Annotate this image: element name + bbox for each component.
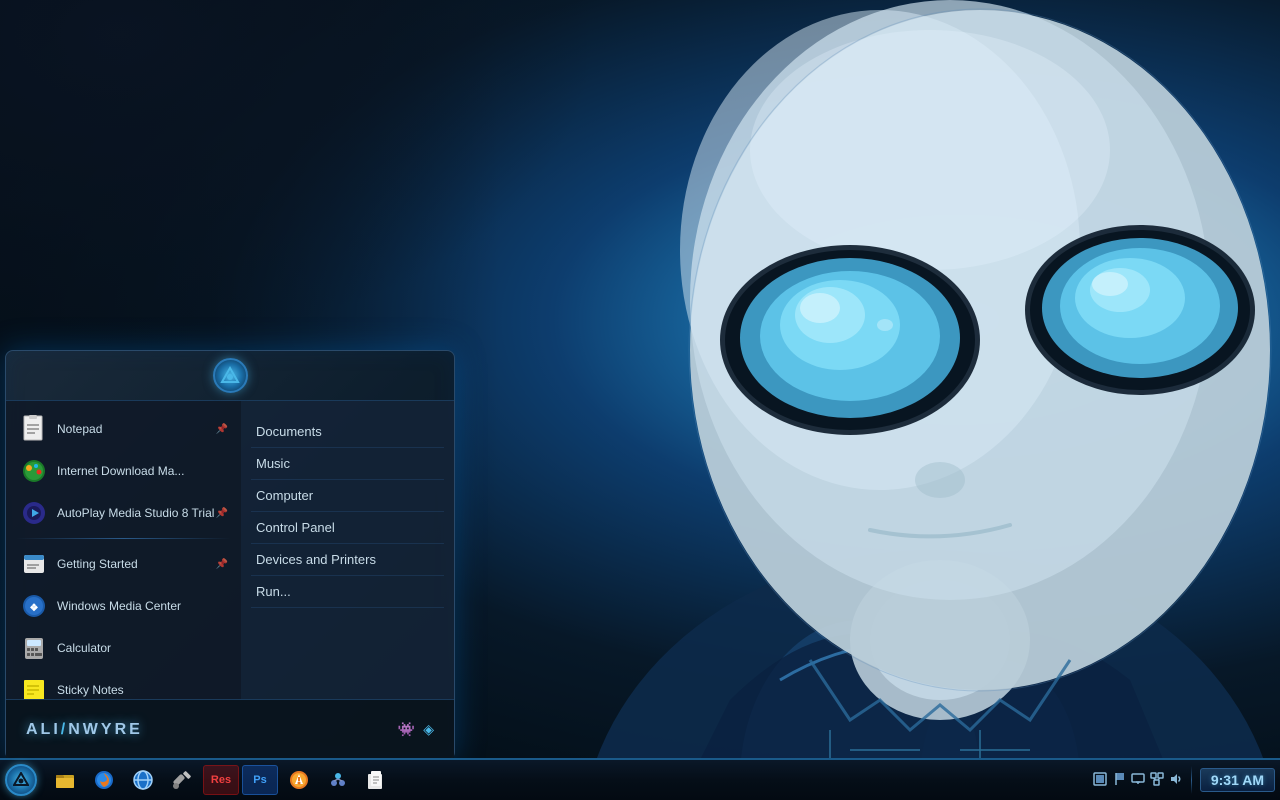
tray-icon-flag[interactable]	[1112, 772, 1126, 789]
taskbar-tools[interactable]	[164, 762, 200, 798]
calculator-label: Calculator	[57, 641, 228, 655]
start-menu-links: Documents Music Computer Control Panel D…	[241, 401, 454, 699]
svg-text:❖: ❖	[30, 603, 39, 614]
taskbar-items: Res Ps	[42, 760, 1088, 800]
notepad-icon	[19, 414, 49, 444]
idm-icon	[19, 456, 49, 486]
pin-icon-notepad: 📌	[216, 424, 228, 435]
link-documents[interactable]: Documents	[251, 416, 444, 448]
autoplay-label: AutoPlay Media Studio 8 Trial	[57, 506, 216, 520]
link-devices-printers[interactable]: Devices and Printers	[251, 544, 444, 576]
link-control-panel[interactable]: Control Panel	[251, 512, 444, 544]
desktop: Notepad 📌 Internet Download Ma...	[0, 0, 1280, 800]
autoplay-icon	[19, 498, 49, 528]
wmc-icon: ❖	[19, 591, 49, 621]
system-clock[interactable]: 9:31 AM	[1200, 768, 1275, 792]
link-computer[interactable]: Computer	[251, 480, 444, 512]
start-menu-footer: ALI/NWYRE 👾 ◈	[6, 699, 454, 759]
alienware-brand-text: ALI/NWYRE	[26, 721, 143, 739]
taskbar-ie[interactable]	[125, 762, 161, 798]
idm-label: Internet Download Ma...	[57, 464, 228, 478]
start-menu-header	[6, 351, 454, 401]
taskbar-files[interactable]	[359, 762, 395, 798]
program-item-wmc[interactable]: ❖ Windows Media Center	[11, 586, 236, 626]
pin-icon-autoplay: 📌	[216, 508, 228, 519]
getting-started-icon	[19, 549, 49, 579]
sticky-notes-icon	[19, 675, 49, 699]
tray-icon-1[interactable]	[1093, 772, 1107, 789]
taskbar-file-explorer[interactable]	[47, 762, 83, 798]
menu-separator-1	[16, 538, 231, 539]
alienware-logo-header	[213, 358, 248, 393]
taskbar-res[interactable]: Res	[203, 765, 239, 795]
program-item-autoplay[interactable]: AutoPlay Media Studio 8 Trial 📌	[11, 493, 236, 533]
program-item-getting-started[interactable]: Getting Started 📌	[11, 544, 236, 584]
notepad-label: Notepad	[57, 422, 216, 436]
program-item-idm[interactable]: Internet Download Ma...	[11, 451, 236, 491]
start-menu-bottom-icons: 👾 ◈	[398, 721, 434, 738]
calculator-icon	[19, 633, 49, 663]
link-music[interactable]: Music	[251, 448, 444, 480]
program-item-sticky-notes[interactable]: Sticky Notes	[11, 670, 236, 699]
taskbar-firefox[interactable]	[86, 762, 122, 798]
tray-separator	[1191, 766, 1192, 794]
system-tray: 9:31 AM	[1088, 760, 1280, 800]
start-button[interactable]	[0, 759, 42, 800]
program-item-notepad[interactable]: Notepad 📌	[11, 409, 236, 449]
wmc-label: Windows Media Center	[57, 599, 228, 613]
start-menu: Notepad 📌 Internet Download Ma...	[5, 350, 455, 760]
taskbar-avast[interactable]	[281, 762, 317, 798]
taskbar: Res Ps	[0, 758, 1280, 800]
tray-icon-volume[interactable]	[1169, 772, 1183, 789]
getting-started-label: Getting Started	[57, 557, 216, 571]
start-button-circle	[5, 764, 37, 796]
program-item-calculator[interactable]: Calculator	[11, 628, 236, 668]
sticky-notes-label: Sticky Notes	[57, 683, 228, 697]
top-vignette	[0, 0, 600, 350]
pin-icon-getting-started: 📌	[216, 559, 228, 570]
taskbar-photoshop[interactable]: Ps	[242, 765, 278, 795]
link-run[interactable]: Run...	[251, 576, 444, 608]
taskbar-network[interactable]	[320, 762, 356, 798]
tray-icon-display[interactable]	[1131, 772, 1145, 789]
start-menu-programs: Notepad 📌 Internet Download Ma...	[6, 401, 241, 699]
alien-logo-icon: ◈	[423, 721, 434, 738]
tray-icon-network[interactable]	[1150, 772, 1164, 789]
alien-face-icon: 👾	[398, 721, 415, 738]
